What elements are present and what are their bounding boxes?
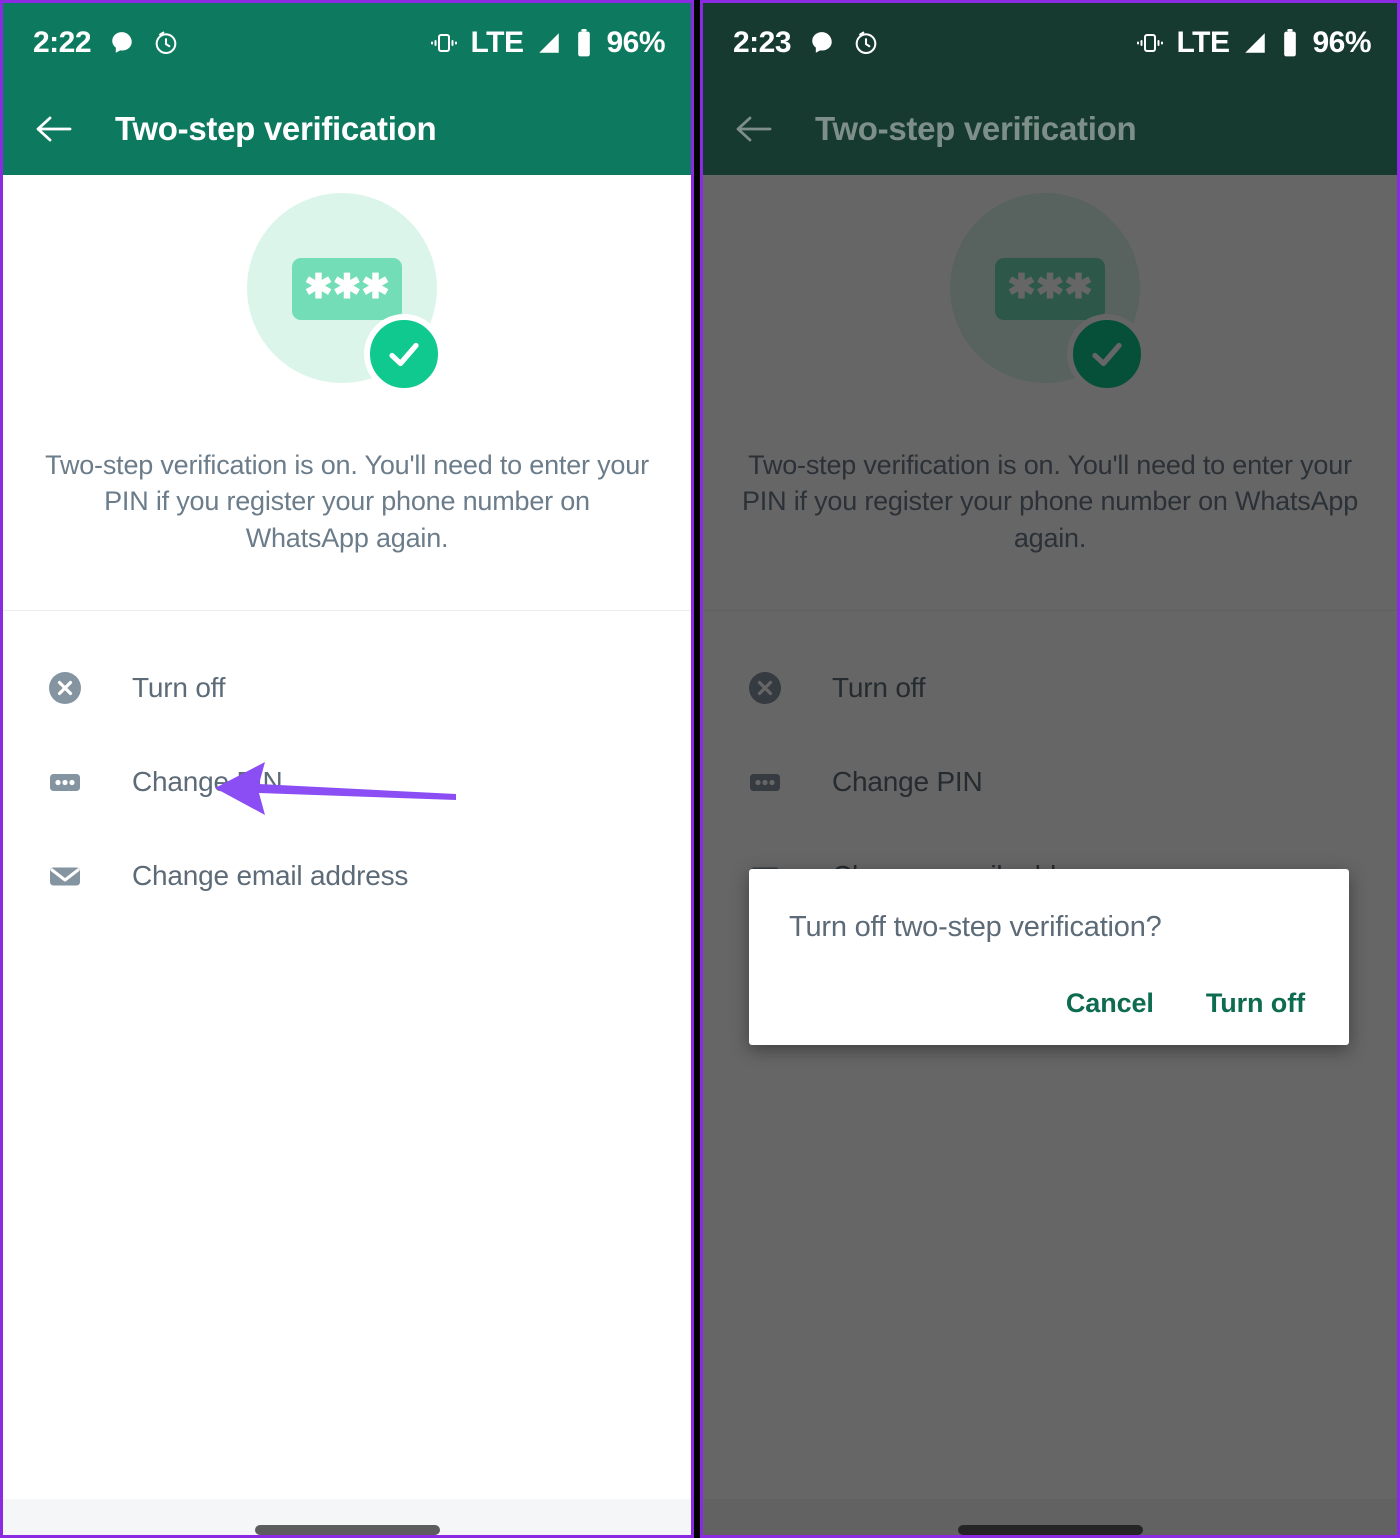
status-bar-left-group: 2:23 [733,26,879,60]
back-button[interactable] [31,107,75,151]
back-button[interactable] [731,107,775,151]
network-type-label: LTE [470,26,524,59]
content-left: ✱✱✱ Two-step verification is on. You'll … [3,175,691,1535]
check-badge-icon [364,314,444,394]
chat-bubble-icon [812,32,832,53]
battery-percent-label: 96% [1312,26,1371,59]
password-asterisks: ✱✱✱ [304,268,390,306]
battery-icon [578,29,591,57]
app-bar-left: Two-step verification [3,83,691,175]
app-bar-right: Two-step verification [703,83,1397,175]
phone-panel-right: 2:23 LTE 96% Two-step verification Turn … [700,0,1400,1538]
list-item-turn-off[interactable]: Turn off [3,641,691,735]
network-type-label: LTE [1176,26,1230,59]
battery-icon [1284,29,1297,57]
list-item-change-pin[interactable]: Change PIN [3,735,691,829]
system-nav-bar [3,1499,691,1535]
status-bar-left: 2:22 LTE 96% [3,3,691,83]
signal-icon [539,33,560,53]
home-indicator[interactable] [254,1525,440,1535]
content-right: ✱✱✱ Two-step verification is on. You'll … [703,175,1397,1535]
status-bar-right: 2:23 LTE 96% [703,3,1397,83]
status-bar-left-group: 2:22 [33,26,179,60]
page-title: Two-step verification [815,110,1137,147]
dialog-title: Turn off two-step verification? [789,911,1162,943]
action-list-left: Turn off Change PIN Change email address [3,611,691,923]
status-clock: 2:22 [33,26,92,59]
page-title: Two-step verification [115,110,437,147]
cancel-button[interactable]: Cancel [1066,988,1154,1019]
confirm-turn-off-button[interactable]: Turn off [1206,988,1305,1019]
dots-pin-icon [43,760,87,804]
battery-percent-label: 96% [606,26,665,59]
clock-alarm-icon [855,31,877,54]
confirm-dialog: Turn off two-step verification? Cancel T… [749,869,1349,1045]
list-item-label: Turn off [132,672,226,704]
vibrate-icon [430,34,457,52]
dialog-actions: Cancel Turn off [789,988,1309,1019]
status-bar-right-group: LTE 96% [1136,26,1371,60]
two-step-hero-illustration: ✱✱✱ [3,175,691,447]
list-item-label: Change PIN [132,766,283,798]
vibrate-icon [1136,34,1163,52]
clock-alarm-icon [155,31,177,54]
status-clock: 2:23 [733,26,792,59]
close-circle-icon [43,666,87,710]
envelope-icon [43,854,87,898]
phone-panel-left: 2:22 LTE 96% Two-step verification ✱✱✱ T… [0,0,694,1538]
status-bar-right-group: LTE 96% [430,26,665,60]
signal-icon [1245,33,1266,53]
password-card-icon: ✱✱✱ [292,258,402,320]
list-item-label: Change email address [132,860,409,892]
modal-scrim[interactable] [703,175,1397,1535]
list-item-change-email[interactable]: Change email address [3,829,691,923]
screenshot-stage: 2:22 LTE 96% Two-step verification ✱✱✱ T… [0,0,1400,1538]
status-description: Two-step verification is on. You'll need… [45,450,649,553]
chat-bubble-icon [112,32,132,53]
